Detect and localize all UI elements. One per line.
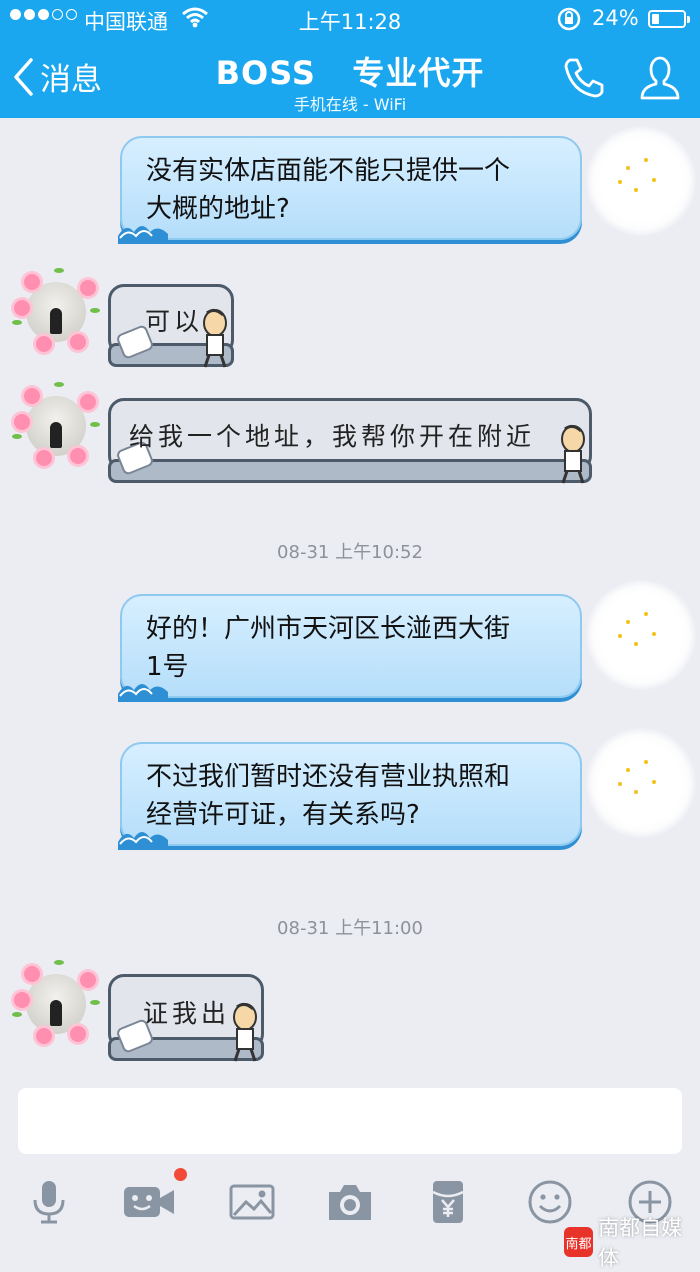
message-text: 给我一个地址，我帮你开在附近 xyxy=(128,422,535,451)
battery-icon xyxy=(648,10,690,28)
rotation-lock-icon xyxy=(556,6,582,37)
wave-decoration-icon xyxy=(118,832,168,850)
top-bar: 中国联通 上午11:28 24% 消息 BOSS 专业代开 手机在线 - WiF… xyxy=(0,0,700,118)
sticker-bubble[interactable]: 证我出 xyxy=(108,974,264,1062)
sticker-bubble[interactable]: 给我一个地址，我帮你开在附近 xyxy=(108,398,592,484)
video-call-button[interactable] xyxy=(122,1178,174,1226)
message-text-line: 不过我们暂时还没有营业执照和 xyxy=(146,762,511,792)
message-text-line: 经营许可证，有关系吗? xyxy=(146,800,420,830)
image-icon xyxy=(229,1184,275,1220)
timestamp: 08-31 上午10:52 xyxy=(277,542,423,563)
cartoon-man-icon xyxy=(561,424,585,484)
avatar-boss[interactable] xyxy=(10,266,102,358)
message-text-line: 1号 xyxy=(146,652,189,682)
camera-icon xyxy=(329,1185,371,1220)
battery-nub xyxy=(687,16,690,23)
avatar-self[interactable] xyxy=(586,126,696,236)
cartoon-man-icon xyxy=(233,1002,257,1062)
person-icon xyxy=(640,56,680,100)
message-bubble[interactable]: 不过我们暂时还没有营业执照和 经营许可证，有关系吗? xyxy=(118,742,582,850)
phone-icon xyxy=(564,58,604,98)
wave-decoration-icon xyxy=(118,226,168,244)
unread-dot xyxy=(174,1167,187,1181)
avatar-boss[interactable] xyxy=(10,958,102,1050)
message-bubble[interactable]: 没有实体店面能不能只提供一个 大概的地址? xyxy=(118,136,582,244)
cartoon-man-icon xyxy=(203,308,227,368)
watermark-logo: 南都 xyxy=(564,1227,594,1257)
timestamp: 08-31 上午11:00 xyxy=(277,918,423,939)
profile-button[interactable] xyxy=(636,54,684,102)
phone-call-button[interactable] xyxy=(560,54,608,102)
battery-percent: 24% xyxy=(592,6,639,30)
message-text-line: 没有实体店面能不能只提供一个 xyxy=(146,156,511,186)
photo-button[interactable] xyxy=(228,1178,278,1226)
message-text-line: 好的！广州市天河区长湴西大街 xyxy=(146,614,511,644)
avatar-self[interactable] xyxy=(586,580,696,690)
video-icon xyxy=(124,1187,174,1217)
message-bubble[interactable]: 好的！广州市天河区长湴西大街 1号 xyxy=(118,594,582,702)
chat-area[interactable]: 没有实体店面能不能只提供一个 大概的地址? 可以 给我一个地址，我帮你开在附近 … xyxy=(0,118,700,1080)
microphone-icon xyxy=(33,1181,65,1224)
wave-decoration-icon xyxy=(118,684,168,702)
camera-button[interactable] xyxy=(326,1178,376,1226)
status-bar: 中国联通 上午11:28 24% xyxy=(0,0,700,38)
battery-fill xyxy=(652,14,659,24)
avatar-boss[interactable] xyxy=(10,380,102,472)
input-bar xyxy=(0,1080,700,1166)
watermark-text: 南都自媒体 xyxy=(598,1216,683,1270)
red-packet-icon xyxy=(432,1181,464,1223)
avatar-self[interactable] xyxy=(586,728,696,838)
message-input[interactable] xyxy=(18,1088,682,1154)
voice-button[interactable] xyxy=(24,1178,74,1226)
watermark: 南都 南都自媒体 xyxy=(564,1212,700,1272)
red-packet-button[interactable] xyxy=(424,1178,474,1226)
sticker-bubble[interactable]: 可以 xyxy=(108,284,234,368)
message-text-line: 大概的地址? xyxy=(146,194,290,224)
